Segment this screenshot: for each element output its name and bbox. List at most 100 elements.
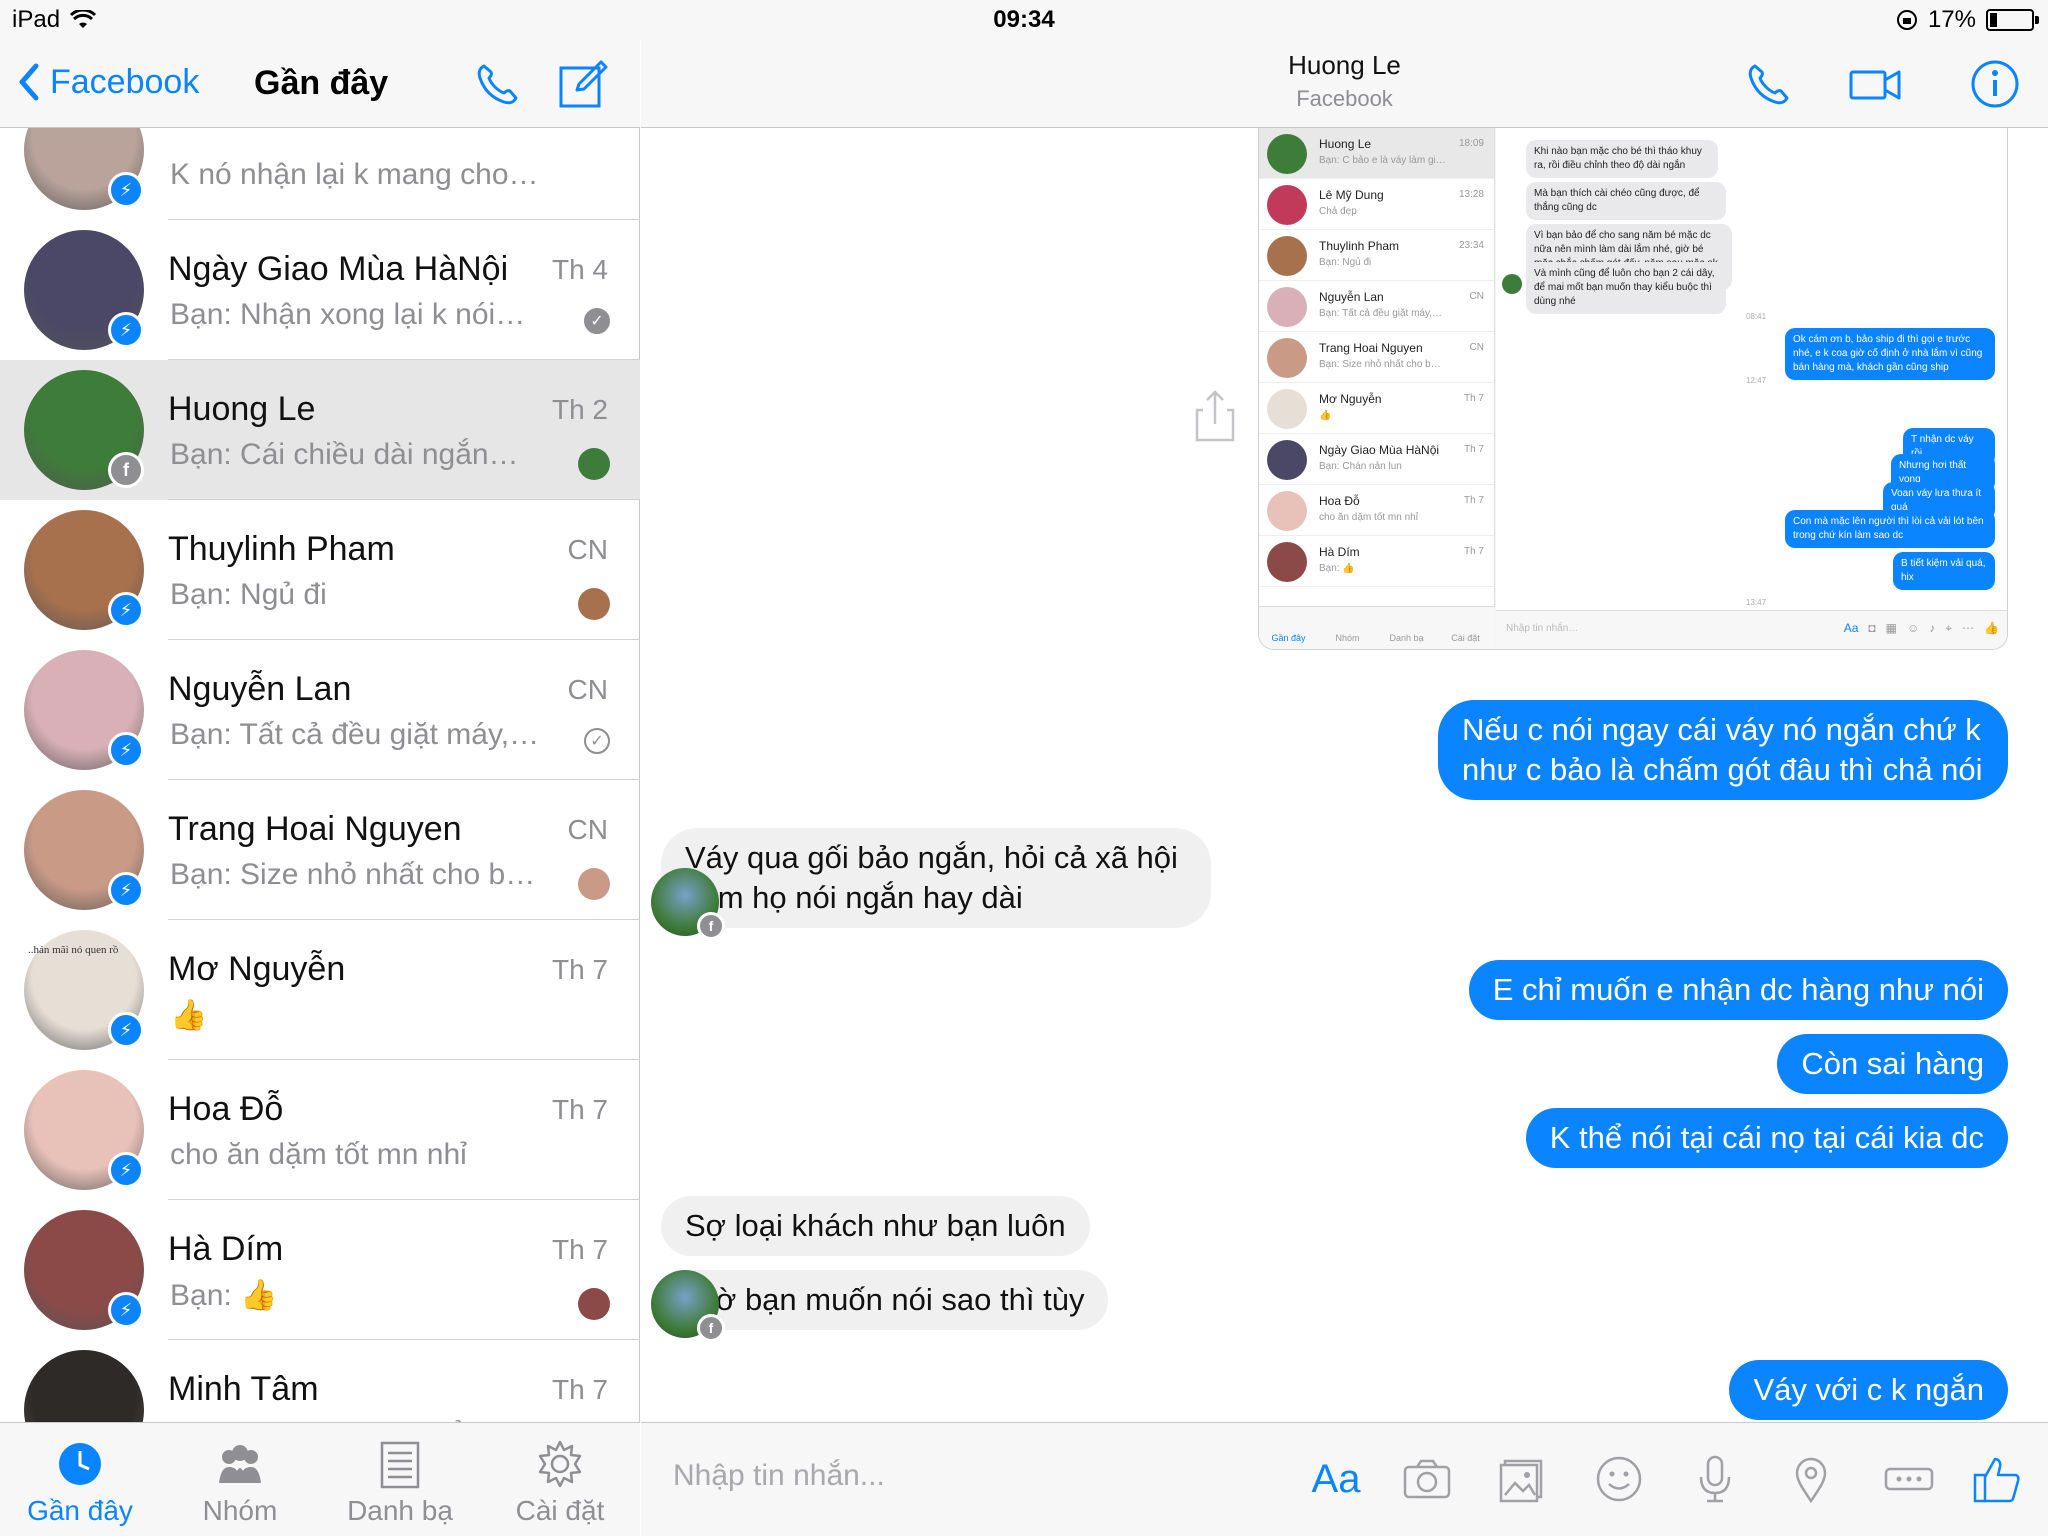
screenshot-row-name: Hà Dím <box>1319 545 1360 559</box>
tab-settings[interactable]: Cài đặt <box>480 1423 640 1536</box>
tab-contacts[interactable]: Danh bạ <box>320 1423 480 1536</box>
info-icon[interactable] <box>1967 58 2023 110</box>
photo-icon[interactable] <box>1495 1451 1551 1507</box>
share-icon[interactable] <box>1193 388 1237 444</box>
text-style-button[interactable]: Aa <box>1301 1451 1371 1507</box>
conversation-list[interactable]: ⚡ K nó nhận lại k mang cho… ⚡ Ngày Giao Mùa… <box>0 128 640 1462</box>
screenshot-row-name: Mơ Nguyễn <box>1319 392 1382 406</box>
conversation-name: Ngày Giao Mùa HàNội <box>168 250 509 288</box>
screenshot-row-name: Nguyễn Lan <box>1319 290 1384 304</box>
screenshot-avatar <box>1267 185 1307 225</box>
screenshot-tab-bar: Gần đây Nhóm Danh bạ Cài đặt <box>1259 606 1495 649</box>
tab-label: Gần đây <box>27 1495 133 1526</box>
screenshot-row-date: 13:28 <box>1458 189 1484 200</box>
screenshot-row-name: Hoa Đỗ <box>1319 494 1360 508</box>
messenger-badge-icon: ⚡ <box>108 312 144 348</box>
outgoing-message[interactable]: E chỉ muốn e nhận dc hàng như nói <box>1468 960 2008 1020</box>
screenshot-row-name: Thuylinh Pham <box>1319 239 1400 253</box>
screenshot-row-snippet: 👍 <box>1319 410 1332 421</box>
status-right: 17% <box>1896 6 2039 34</box>
avatar-caption: ..hán mãi nó quen rồ <box>28 944 119 956</box>
conversation-snippet: Bạn: Nhận xong lại k nói… <box>170 298 526 331</box>
outgoing-message[interactable]: K thể nói tại cái nọ tại cái kia dc <box>1525 1108 2008 1168</box>
conversation-date: CN <box>567 674 608 705</box>
screenshot-bubble-out: B tiết kiệm vải quá, hix <box>1893 552 1995 590</box>
conversation-row[interactable]: ⚡ Hà Dím Th 7 Bạn: 👍 <box>0 1200 640 1340</box>
compose-icon[interactable] <box>555 56 611 112</box>
outgoing-message[interactable]: Còn sai hàng <box>1777 1034 2008 1094</box>
incoming-message[interactable]: Váy qua gối bảo ngắn, hỏi cả xã hội xem … <box>661 828 1211 928</box>
screenshot-bubble-in: Mà bạn thích cài chéo cũng được, để thắn… <box>1526 182 1726 220</box>
call-icon[interactable] <box>470 56 526 112</box>
screenshot-like-icon: 👍 <box>1984 621 1999 635</box>
conversation-snippet: K nó nhận lại k mang cho… <box>170 158 539 191</box>
conversation-name: Hà Dím <box>168 1230 284 1268</box>
screenshot-tools: Aa ◘ ▦ ☺ ♪ ⌖ ⋯ 👍 <box>1844 621 1999 636</box>
left-navigation-bar: Facebook Gần đây <box>0 40 640 128</box>
screenshot-more-icon: ⋯ <box>1962 621 1975 635</box>
back-button[interactable]: Facebook <box>16 62 199 102</box>
screenshot-tab: Cài đặt <box>1451 633 1480 643</box>
screenshot-avatar <box>1267 491 1307 531</box>
seen-avatar <box>578 1288 610 1320</box>
microphone-icon[interactable] <box>1687 1451 1743 1507</box>
tab-group[interactable]: Nhóm <box>160 1423 320 1536</box>
screenshot-row-snippet: Bạn: 👍 <box>1319 563 1355 574</box>
facebook-badge-icon: f <box>697 1314 725 1342</box>
conversation-row[interactable]: ⚡ Hoa Đỗ Th 7 cho ăn dặm tốt mn nhỉ <box>0 1060 640 1200</box>
location-icon[interactable] <box>1783 1451 1839 1507</box>
screenshot-row-name: Ngày Giao Mùa HàNội <box>1319 443 1440 457</box>
screenshot-list-row: Mơ Nguyễn Th 7 👍 <box>1259 383 1494 434</box>
outgoing-message[interactable]: Nếu c nói ngay cái váy nó ngắn chứ k như… <box>1438 700 2008 800</box>
conversation-name: Minh Tâm <box>168 1370 319 1408</box>
screenshot-avatar <box>1267 440 1307 480</box>
conversation-date: Th 7 <box>551 1234 608 1265</box>
incoming-message[interactable]: Giờ bạn muốn nói sao thì tùy <box>661 1270 1109 1330</box>
screenshot-list-row: Hà Dím Th 7 Bạn: 👍 <box>1259 536 1494 587</box>
emoji-icon[interactable] <box>1591 1451 1647 1507</box>
screenshot-row-snippet: Bạn: Size nhỏ nhất cho b… <box>1319 359 1441 370</box>
conversation-row[interactable]: ⚡ K nó nhận lại k mang cho… <box>0 128 640 220</box>
message-thread[interactable]: Huong Le 18:09 Bạn: C bảo e là váy làm gi…… <box>641 128 2048 1422</box>
call-icon[interactable] <box>1741 58 1797 110</box>
screenshot-list-rows: Huong Le 18:09 Bạn: C bảo e là váy làm gi…… <box>1259 128 1494 587</box>
screenshot-list-row: Nguyễn Lan CN Bạn: Tất cả đều giặt máy,… <box>1259 281 1494 332</box>
messenger-badge-icon: ⚡ <box>108 732 144 768</box>
battery-level <box>1990 13 1997 27</box>
seen-avatar <box>578 588 610 620</box>
screenshot-row-name: Trang Hoai Nguyen <box>1319 341 1423 355</box>
outgoing-message[interactable]: Váy với c k ngắn <box>1729 1360 2008 1420</box>
screenshot-avatar <box>1267 542 1307 582</box>
conversation-row[interactable]: ⚡ Thuylinh Pham CN Bạn: Ngủ đi <box>0 500 640 640</box>
screenshot-row-snippet: Chả đẹp <box>1319 206 1357 217</box>
conversation-row[interactable]: f Huong Le Th 2 Bạn: Cái chiều dài ngắn… <box>0 360 640 500</box>
screenshot-row-date: Th 7 <box>1463 495 1484 506</box>
camera-icon[interactable] <box>1399 1451 1455 1507</box>
conversation-row[interactable]: ⚡ Ngày Giao Mùa HàNội Th 4 Bạn: Nhận xong l… <box>0 220 640 360</box>
screenshot-thread: Nhập tin nhắn… Aa ◘ ▦ ☺ ♪ ⌖ ⋯ 👍 Khi nào … <box>1496 128 2007 649</box>
message-input[interactable]: Nhập tin nhắn... <box>673 1459 885 1493</box>
chevron-left-icon <box>19 63 39 101</box>
conversation-row[interactable]: ..hán mãi nó quen rồ ⚡ Mơ Nguyễn Th 7 👍 <box>0 920 640 1060</box>
conversation-name: Mơ Nguyễn <box>168 950 346 988</box>
seen-avatar <box>578 448 610 480</box>
screenshot-mic-icon: ♪ <box>1929 621 1936 635</box>
conversation-snippet: Bạn: Cái chiều dài ngắn… <box>170 438 519 471</box>
shared-screenshot-image[interactable]: Huong Le 18:09 Bạn: C bảo e là váy làm gi…… <box>1258 128 2008 650</box>
chat-title[interactable]: Huong Le <box>641 50 2048 81</box>
like-icon[interactable] <box>1969 1451 2025 1507</box>
incoming-message[interactable]: Sợ loại khách như bạn luôn <box>661 1196 1090 1256</box>
conversation-row[interactable]: ⚡ Nguyễn Lan CN Bạn: Tất cả đều giặt máy,… ✓ <box>0 640 640 780</box>
screenshot-list-row: Lê Mỹ Dung 13:28 Chả đẹp <box>1259 179 1494 230</box>
video-call-icon[interactable] <box>1847 58 1903 110</box>
rotation-lock-icon <box>1896 10 1917 30</box>
status-bar: iPad 09:34 17% <box>0 0 2048 40</box>
conversation-row[interactable]: ⚡ Trang Hoai Nguyen CN Bạn: Size nhỏ nhất c… <box>0 780 640 920</box>
more-icon[interactable] <box>1879 1451 1939 1507</box>
screenshot-row-date: 23:34 <box>1458 240 1484 251</box>
screenshot-aa-label: Aa <box>1843 621 1859 635</box>
tab-label: Danh bạ <box>347 1495 453 1526</box>
screenshot-bubble-in: Khi nào bạn mặc cho bé thì tháo khuy ra,… <box>1526 140 1718 178</box>
tab-clock[interactable]: Gần đây <box>0 1423 160 1536</box>
tab-label: Nhóm <box>202 1495 278 1526</box>
